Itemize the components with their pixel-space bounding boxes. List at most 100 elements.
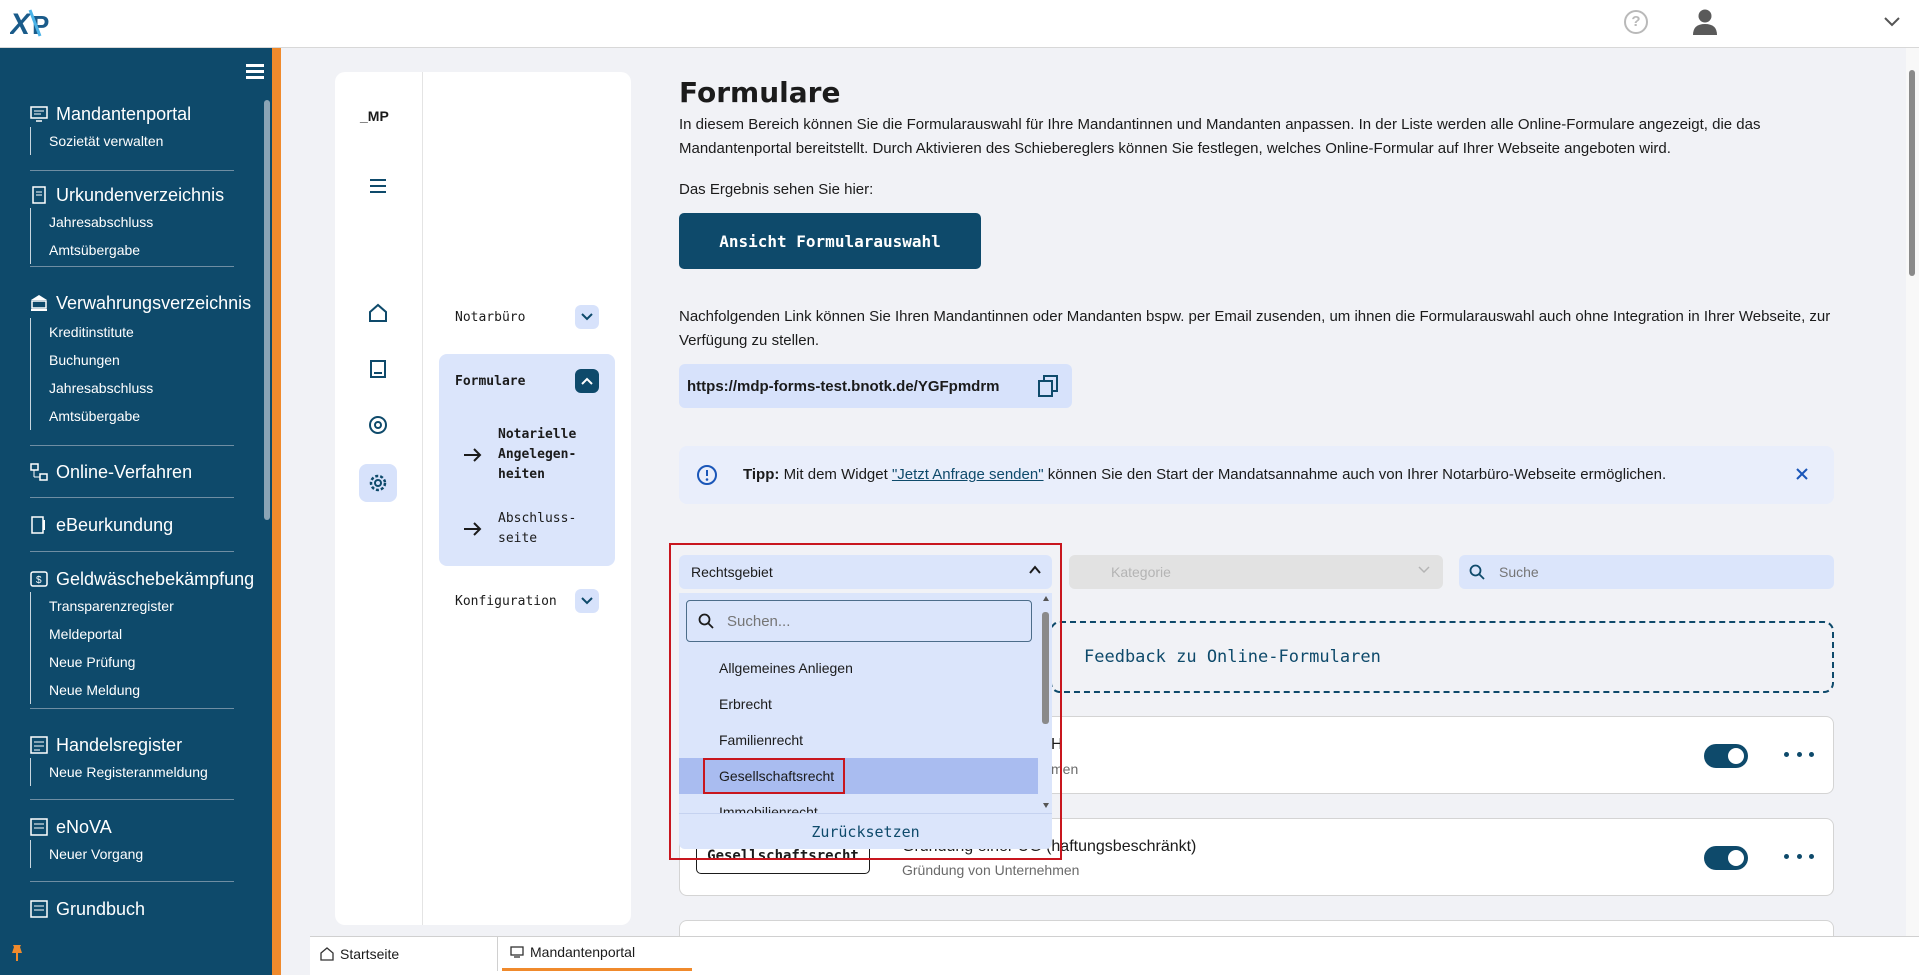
- sidebar-head-label: Urkundenverzeichnis: [56, 184, 225, 205]
- sidebar-item-jahresabschluss[interactable]: Jahresabschluss: [49, 374, 153, 402]
- sidebar-head-label: Grundbuch: [56, 898, 146, 919]
- monitor-icon: [510, 946, 524, 958]
- category-select[interactable]: Kategorie: [1069, 555, 1443, 589]
- sidebar-head-label: Verwahrungsverzeichnis: [56, 292, 252, 313]
- sidebar-head-label: eBeurkundung: [56, 514, 174, 535]
- chevron-up-icon[interactable]: [575, 369, 599, 393]
- sidebar-head-ebeurkundung[interactable]: eBeurkundung: [30, 512, 173, 538]
- sidebar-sublist: Transparenzregister Meldeportal Neue Prü…: [30, 592, 254, 704]
- help-icon[interactable]: ?: [1624, 10, 1648, 34]
- sidebar-divider: [30, 445, 234, 446]
- sidebar-head-mandantenportal[interactable]: Mandantenportal: [30, 101, 191, 127]
- nav-notarielle-angelegenheiten[interactable]: Notarielle Angelegen-heiten: [458, 425, 608, 485]
- tip-widget-link[interactable]: "Jetzt Anfrage senden": [892, 466, 1044, 483]
- tab-startseite-label: Startseite: [340, 945, 400, 962]
- user-icon[interactable]: [1692, 8, 1718, 36]
- home-icon[interactable]: [362, 297, 394, 329]
- nav-notarielle-label: Notarielle Angelegen-heiten: [498, 427, 577, 482]
- sidebar-section-geldwaesche: $ Geldwäschebekämpfung Transparenzregist…: [30, 566, 254, 704]
- nav-formulare-label: Formulare: [455, 374, 526, 389]
- sidebar-sublist: Kreditinstitute Buchungen Jahresabschlus…: [30, 318, 153, 430]
- sidebar-head-geldwaesche[interactable]: $ Geldwäschebekämpfung: [30, 566, 254, 592]
- chevron-down-icon[interactable]: [1882, 14, 1902, 30]
- sidebar-section-verwahrung: Verwahrungsverzeichnis: [30, 290, 251, 316]
- sidebar-item-kreditinstitute[interactable]: Kreditinstitute: [49, 318, 153, 346]
- menu-icon[interactable]: [246, 64, 264, 80]
- feedback-button[interactable]: Feedback zu Online-Formularen: [1050, 621, 1834, 693]
- copy-icon[interactable]: [1036, 374, 1060, 398]
- pin-icon[interactable]: [10, 944, 24, 962]
- book-icon[interactable]: [362, 353, 394, 385]
- nav-formulare[interactable]: Formulare: [455, 374, 525, 389]
- form-toggle[interactable]: [1704, 744, 1748, 768]
- xnp-logo[interactable]: X P: [10, 6, 62, 40]
- sidebar-head-online[interactable]: Online-Verfahren: [30, 459, 192, 485]
- book-icon: [30, 900, 48, 918]
- sidebar-section-online: Online-Verfahren: [30, 459, 192, 485]
- mp-logo: _MP: [360, 108, 389, 124]
- nav-notarbuero[interactable]: Notarbüro: [455, 310, 525, 325]
- tab-mandantenportal[interactable]: Mandantenportal: [502, 936, 692, 971]
- document-icon: [32, 186, 46, 204]
- nav-konfiguration[interactable]: Konfiguration: [455, 594, 557, 609]
- home-icon: [320, 946, 334, 961]
- sidebar-item-buchungen[interactable]: Buchungen: [49, 346, 153, 374]
- view-form-selection-button[interactable]: Ansicht Formularauswahl: [679, 213, 981, 269]
- sidebar-item-neue-meldung[interactable]: Neue Meldung: [49, 676, 254, 704]
- sidebar-divider: [30, 799, 234, 800]
- sidebar-head-handelsregister[interactable]: Handelsregister: [30, 732, 208, 758]
- nav-abschlussseite[interactable]: Abschluss-seite: [458, 509, 598, 549]
- sidebar-item-neuer-vorgang[interactable]: Neuer Vorgang: [49, 840, 143, 868]
- card-subtitle: Gründung von Unternehmen: [902, 862, 1080, 878]
- tip-pre: Mit dem Widget: [783, 466, 888, 483]
- info-icon: [697, 465, 717, 485]
- sidebar-head-grundbuch[interactable]: Grundbuch: [30, 896, 145, 922]
- arrow-right-icon: [464, 522, 482, 536]
- sidebar-head-label: eNoVA: [56, 816, 112, 837]
- sidebar-scrollbar[interactable]: [264, 100, 270, 520]
- tip-text: Tipp: Mit dem Widget "Jetzt Anfrage send…: [743, 466, 1666, 483]
- nav-konfiguration-label: Konfiguration: [455, 594, 557, 609]
- sidebar-divider: [30, 497, 234, 498]
- page-scroll-thumb[interactable]: [1909, 70, 1915, 276]
- bank-icon: [31, 295, 47, 311]
- sidebar-sublist-verwahrung: Kreditinstitute Buchungen Jahresabschlus…: [30, 318, 153, 430]
- sidebar-head-enova[interactable]: eNoVA: [30, 814, 143, 840]
- sidebar-divider: [30, 708, 234, 709]
- sidebar-head-urkunden[interactable]: Urkundenverzeichnis: [30, 182, 224, 208]
- sidebar-item-amtsuebergabe[interactable]: Amtsübergabe: [49, 236, 224, 264]
- search-input[interactable]: [1459, 555, 1834, 589]
- settings-icon[interactable]: [359, 464, 397, 502]
- form-toggle[interactable]: [1704, 846, 1748, 870]
- more-icon[interactable]: [1784, 752, 1814, 760]
- chevron-down-icon[interactable]: [575, 589, 599, 613]
- sidebar-divider: [30, 551, 234, 552]
- tab-startseite[interactable]: Startseite: [312, 936, 498, 971]
- dropdown-highlight-frame: [669, 543, 1062, 860]
- sidebar-item-neue-registeranmeldung[interactable]: Neue Registeranmeldung: [49, 758, 208, 786]
- sidebar-item-amtsuebergabe[interactable]: Amtsübergabe: [49, 402, 153, 430]
- sidebar-item-neue-pruefung[interactable]: Neue Prüfung: [49, 648, 254, 676]
- sidebar-head-label: Handelsregister: [56, 734, 183, 755]
- rail-menu-icon[interactable]: [362, 170, 394, 202]
- chevron-down-icon[interactable]: [575, 305, 599, 329]
- ai-knot-icon[interactable]: [362, 409, 394, 441]
- sidebar-item-jahresabschluss[interactable]: Jahresabschluss: [49, 208, 224, 236]
- sidebar-accent-strip: [272, 48, 281, 975]
- sidebar-item-meldeportal[interactable]: Meldeportal: [49, 620, 254, 648]
- link-intro-text: Nachfolgenden Link können Sie Ihren Mand…: [679, 308, 1831, 349]
- more-icon[interactable]: [1784, 854, 1814, 862]
- sidebar-sublist: Neuer Vorgang: [30, 840, 143, 868]
- share-link-box[interactable]: https://mdp-forms-test.bnotk.de/YGFpmdrm: [679, 364, 1072, 408]
- tip-post: können Sie den Start der Mandatsannahme …: [1047, 466, 1667, 483]
- sidebar-head-verwahrung[interactable]: Verwahrungsverzeichnis: [30, 290, 251, 316]
- sidebar-divider: [30, 881, 234, 882]
- sidebar-section-ebeurkundung: eBeurkundung: [30, 512, 173, 538]
- intro-text: In diesem Bereich können Sie die Formula…: [679, 116, 1761, 157]
- sidebar-sublist: Neue Registeranmeldung: [30, 758, 208, 786]
- sidebar-item-soziet[interactable]: Sozietät verwalten: [49, 127, 191, 155]
- sidebar-item-transparenzregister[interactable]: Transparenzregister: [49, 592, 254, 620]
- close-icon[interactable]: [1794, 466, 1810, 482]
- form-icon: [30, 818, 48, 836]
- result-label: Das Ergebnis sehen Sie hier:: [679, 181, 874, 198]
